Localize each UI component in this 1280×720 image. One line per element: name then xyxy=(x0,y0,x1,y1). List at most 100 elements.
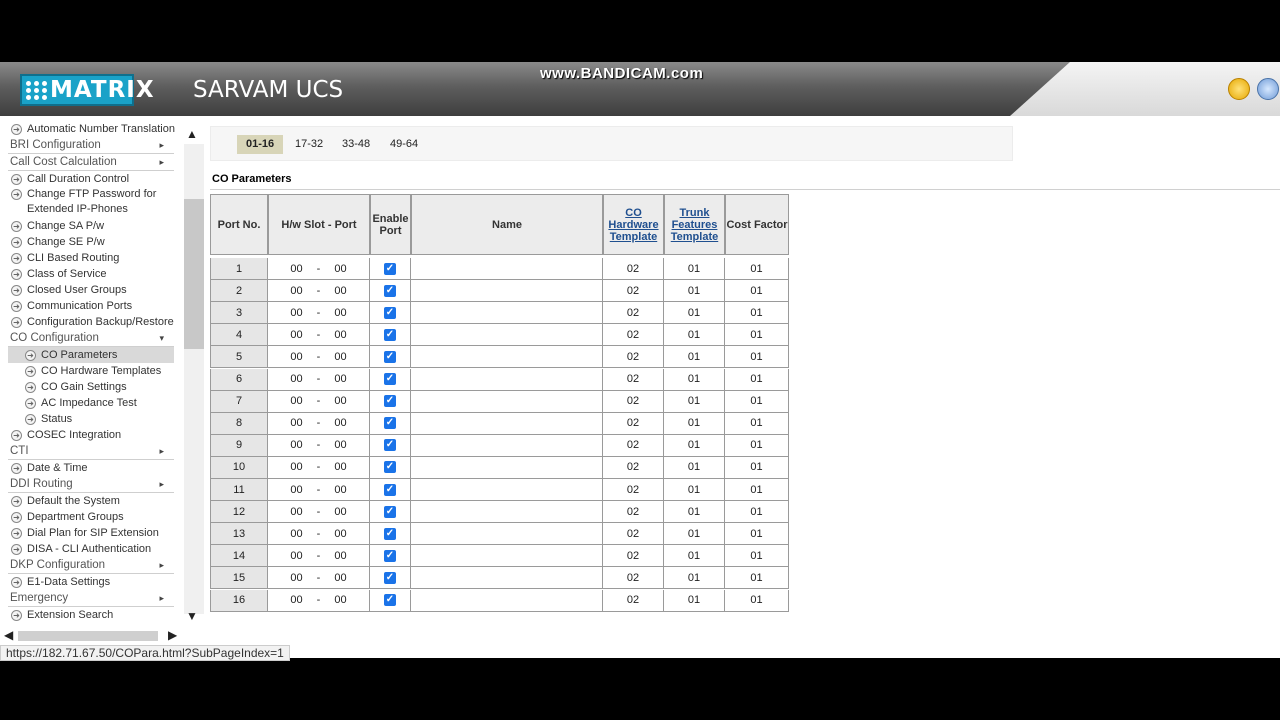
tab-ports-33-48[interactable]: 33-48 xyxy=(333,135,379,154)
sidebar-category[interactable]: BRI Configuration ▸ xyxy=(8,137,174,154)
trunk-features-template-value[interactable]: 01 xyxy=(664,324,725,347)
sidebar-category[interactable]: CO Configuration ▾ xyxy=(8,330,174,347)
cost-factor-value[interactable]: 01 xyxy=(725,258,789,280)
trunk-features-template-value[interactable]: 01 xyxy=(664,412,725,435)
co-hardware-template-value[interactable]: 02 xyxy=(603,324,664,347)
sidebar-item[interactable]: ➜ CO Parameters xyxy=(8,347,174,363)
favorites-icon[interactable] xyxy=(1228,78,1250,100)
sidebar-item[interactable]: ➜ CO Hardware Templates xyxy=(8,363,174,379)
name-field[interactable] xyxy=(411,567,603,590)
cost-factor-value[interactable]: 01 xyxy=(725,346,789,369)
enable-port-checkbox[interactable]: ✓ xyxy=(384,571,396,584)
name-field[interactable] xyxy=(411,523,603,546)
name-field[interactable] xyxy=(411,368,603,391)
sidebar-item[interactable]: ➜ Call Duration Control xyxy=(8,171,174,187)
name-field[interactable] xyxy=(411,280,603,303)
expand-caret-icon[interactable]: ▾ xyxy=(159,333,164,344)
cost-factor-value[interactable]: 01 xyxy=(725,501,789,524)
scroll-up-icon[interactable]: ▲ xyxy=(186,127,198,141)
sidebar-item[interactable]: ➜ Dial Plan for SIP Extension xyxy=(8,525,174,541)
co-hardware-template-value[interactable]: 02 xyxy=(603,589,664,612)
header-trunk-features-template[interactable]: Trunk Features Template xyxy=(664,194,725,255)
co-hardware-template-value[interactable]: 02 xyxy=(603,523,664,546)
sidebar-item[interactable]: ➜ DISA - CLI Authentication xyxy=(8,541,174,557)
enable-port-checkbox[interactable]: ✓ xyxy=(384,284,396,297)
co-hardware-template-value[interactable]: 02 xyxy=(603,258,664,280)
trunk-features-template-value[interactable]: 01 xyxy=(664,280,725,303)
enable-port-checkbox[interactable]: ✓ xyxy=(384,395,396,408)
sidebar-item[interactable]: ➜ AC Impedance Test xyxy=(8,395,174,411)
trunk-features-template-value[interactable]: 01 xyxy=(664,567,725,590)
sidebar-category[interactable]: DKP Configuration ▸ xyxy=(8,557,174,574)
name-field[interactable] xyxy=(411,390,603,413)
sidebar-item[interactable]: ➜ E1-Data Settings xyxy=(8,574,174,590)
sidebar-item[interactable]: ➜ Change FTP Password for Extended IP-Pho… xyxy=(8,187,174,218)
scroll-down-icon[interactable]: ▼ xyxy=(186,609,198,623)
trunk-features-template-value[interactable]: 01 xyxy=(664,589,725,612)
trunk-features-template-value[interactable]: 01 xyxy=(664,523,725,546)
sidebar-item[interactable]: ➜ Date & Time xyxy=(8,460,174,476)
sidebar-item[interactable]: ➜ Status xyxy=(8,411,174,427)
co-hardware-template-value[interactable]: 02 xyxy=(603,346,664,369)
co-hardware-template-value[interactable]: 02 xyxy=(603,280,664,303)
tab-ports-49-64[interactable]: 49-64 xyxy=(381,135,427,154)
sidebar-category[interactable]: Call Cost Calculation ▸ xyxy=(8,154,174,171)
enable-port-checkbox[interactable]: ✓ xyxy=(384,306,396,319)
name-field[interactable] xyxy=(411,501,603,524)
lock-icon[interactable] xyxy=(1257,78,1279,100)
co-hardware-template-value[interactable]: 02 xyxy=(603,479,664,501)
cost-factor-value[interactable]: 01 xyxy=(725,456,789,479)
sidebar-horizontal-scrollbar[interactable]: ◀ ▶ xyxy=(0,628,182,644)
cost-factor-value[interactable]: 01 xyxy=(725,280,789,303)
name-field[interactable] xyxy=(411,589,603,612)
name-field[interactable] xyxy=(411,434,603,457)
expand-caret-icon[interactable]: ▸ xyxy=(159,560,164,571)
trunk-features-template-value[interactable]: 01 xyxy=(664,456,725,479)
sidebar-item[interactable]: ➜ Communication Ports xyxy=(8,298,174,314)
cost-factor-value[interactable]: 01 xyxy=(725,567,789,590)
sidebar-item[interactable]: ➜ CLI Based Routing xyxy=(8,250,174,266)
name-field[interactable] xyxy=(411,324,603,347)
enable-port-checkbox[interactable]: ✓ xyxy=(384,350,396,363)
name-field[interactable] xyxy=(411,412,603,435)
trunk-features-template-value[interactable]: 01 xyxy=(664,346,725,369)
enable-port-checkbox[interactable]: ✓ xyxy=(384,373,396,385)
enable-port-checkbox[interactable]: ✓ xyxy=(384,505,396,518)
hscroll-thumb[interactable] xyxy=(18,631,158,641)
sidebar-category[interactable]: CTI ▸ xyxy=(8,443,174,460)
name-field[interactable] xyxy=(411,479,603,501)
expand-caret-icon[interactable]: ▸ xyxy=(159,157,164,168)
sidebar-item[interactable]: ➜ Configuration Backup/Restore xyxy=(8,314,174,330)
sidebar-item[interactable]: ➜ Change SE P/w xyxy=(8,234,174,250)
trunk-features-template-value[interactable]: 01 xyxy=(664,479,725,501)
expand-caret-icon[interactable]: ▸ xyxy=(159,140,164,151)
co-hardware-template-value[interactable]: 02 xyxy=(603,412,664,435)
scroll-thumb[interactable] xyxy=(184,199,204,349)
cost-factor-value[interactable]: 01 xyxy=(725,434,789,457)
name-field[interactable] xyxy=(411,302,603,325)
co-hardware-template-value[interactable]: 02 xyxy=(603,434,664,457)
cost-factor-value[interactable]: 01 xyxy=(725,589,789,612)
trunk-features-template-value[interactable]: 01 xyxy=(664,390,725,413)
cost-factor-value[interactable]: 01 xyxy=(725,368,789,391)
enable-port-checkbox[interactable]: ✓ xyxy=(384,439,396,452)
sidebar-item[interactable]: ➜ Change SA P/w xyxy=(8,218,174,234)
enable-port-checkbox[interactable]: ✓ xyxy=(384,483,396,496)
enable-port-checkbox[interactable]: ✓ xyxy=(384,262,396,275)
cost-factor-value[interactable]: 01 xyxy=(725,545,789,568)
enable-port-checkbox[interactable]: ✓ xyxy=(384,328,396,341)
trunk-features-template-value[interactable]: 01 xyxy=(664,434,725,457)
co-hardware-template-value[interactable]: 02 xyxy=(603,567,664,590)
sidebar-item[interactable]: ➜ Automatic Number Translation xyxy=(8,121,175,137)
sidebar-item[interactable]: ➜ Default the System xyxy=(8,493,174,509)
trunk-features-template-value[interactable]: 01 xyxy=(664,302,725,325)
sidebar-item[interactable]: ➜ Class of Service xyxy=(8,266,174,282)
trunk-features-template-value[interactable]: 01 xyxy=(664,258,725,280)
name-field[interactable] xyxy=(411,456,603,479)
header-co-hardware-template[interactable]: CO Hardware Template xyxy=(603,194,664,255)
sidebar-category[interactable]: DDI Routing ▸ xyxy=(8,476,174,493)
name-field[interactable] xyxy=(411,545,603,568)
co-hardware-template-value[interactable]: 02 xyxy=(603,302,664,325)
co-hardware-template-value[interactable]: 02 xyxy=(603,501,664,524)
sidebar-vertical-scrollbar[interactable]: ▲ ▼ xyxy=(182,124,204,629)
